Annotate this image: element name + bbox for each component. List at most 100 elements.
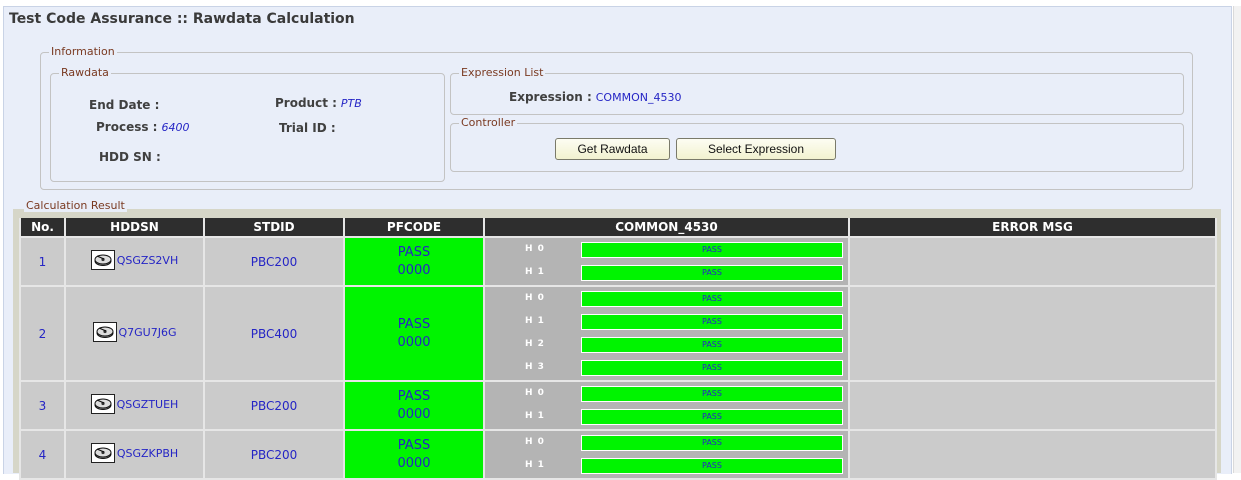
- head-label: H 2: [525, 339, 545, 349]
- trial-id-label: Trial ID :: [279, 121, 336, 135]
- pf-code: 0000: [397, 334, 431, 350]
- row-number: 3: [19, 380, 66, 431]
- column-header-no: No.: [19, 218, 66, 238]
- get-rawdata-button[interactable]: Get Rawdata: [555, 138, 670, 160]
- column-header-stdid: STDID: [203, 218, 345, 238]
- head-result-bar: PASS: [581, 265, 843, 281]
- information-legend: Information: [51, 45, 115, 58]
- error-msg-cell: [848, 429, 1217, 480]
- column-header-error-msg: ERROR MSG: [848, 218, 1217, 238]
- pf-status: PASS: [397, 437, 431, 453]
- end-date-label: End Date :: [89, 98, 160, 112]
- table-header-row: No. HDDSN STDID PFCODE COMMON_4530 ERROR…: [19, 218, 1217, 238]
- table-row: 3 QSGZTUEH PBC200 PASS 0000 H 0 PASS H 1 PA…: [19, 380, 1217, 431]
- hard-drive-icon[interactable]: [92, 322, 117, 342]
- hddsn-link[interactable]: Q7GU7J6G: [92, 322, 177, 342]
- hddsn-link[interactable]: QSGZKPBH: [90, 443, 178, 463]
- table-row: 1 QSGZS2VH PBC200 PASS 0000 H 0 PASS H 1 PA…: [19, 236, 1217, 287]
- controller-legend: Controller: [461, 116, 516, 129]
- hddsn-cell: QSGZKPBH: [64, 429, 205, 480]
- head-result-row: H 3 PASS: [485, 358, 848, 379]
- pf-code: 0000: [397, 262, 431, 278]
- product-field: Product : PTB: [275, 96, 362, 110]
- column-header-hddsn: HDDSN: [64, 218, 205, 238]
- vertical-scrollbar[interactable]: [1233, 6, 1241, 473]
- head-label: H 0: [525, 437, 545, 447]
- error-msg-cell: [848, 285, 1217, 382]
- pfcode-cell: PASS 0000: [343, 429, 485, 480]
- table-row: 2 Q7GU7J6G PBC400 PASS 0000 H 0 PASS H 1 PA…: [19, 285, 1217, 382]
- trial-id-field: Trial ID :: [279, 121, 340, 135]
- head-result-row: H 1 PASS: [485, 456, 848, 477]
- head-result-bar: PASS: [581, 314, 843, 330]
- hddsn-text[interactable]: QSGZTUEH: [117, 398, 179, 411]
- stdid-cell: PBC200: [203, 380, 345, 431]
- column-header-pfcode: PFCODE: [343, 218, 485, 238]
- hddsn-cell: Q7GU7J6G: [64, 285, 205, 382]
- expression-value[interactable]: COMMON_4530: [596, 91, 682, 104]
- hddsn-text[interactable]: Q7GU7J6G: [119, 326, 177, 339]
- head-result-row: H 0 PASS: [485, 384, 848, 405]
- head-result-row: H 1 PASS: [485, 263, 848, 284]
- hard-drive-icon[interactable]: [90, 250, 115, 270]
- head-label: H 1: [525, 316, 545, 326]
- expression-field: Expression : COMMON_4530: [509, 90, 681, 104]
- stdid-cell: PBC200: [203, 429, 345, 480]
- pfcode-cell: PASS 0000: [343, 380, 485, 431]
- head-result-bar: PASS: [581, 360, 843, 376]
- head-result-row: H 2 PASS: [485, 335, 848, 356]
- process-value: 6400: [161, 121, 190, 134]
- hddsn-text[interactable]: QSGZS2VH: [117, 254, 178, 267]
- head-result-bar: PASS: [581, 291, 843, 307]
- pf-code: 0000: [397, 455, 431, 471]
- select-expression-button[interactable]: Select Expression: [676, 138, 836, 160]
- head-result-row: H 0 PASS: [485, 289, 848, 310]
- expression-cell: H 0 PASS H 1 PASS H 2 PASS H 3 PASS: [483, 285, 850, 382]
- hddsn-link[interactable]: QSGZTUEH: [90, 394, 179, 414]
- head-result-row: H 0 PASS: [485, 433, 848, 454]
- calculation-result-legend: Calculation Result: [24, 199, 127, 212]
- row-number: 2: [19, 285, 66, 382]
- head-label: H 0: [525, 388, 545, 398]
- head-result-bar: PASS: [581, 409, 843, 425]
- head-result-bar: PASS: [581, 458, 843, 474]
- error-msg-cell: [848, 236, 1217, 287]
- rawdata-legend: Rawdata: [61, 66, 109, 79]
- hddsn-link[interactable]: QSGZS2VH: [90, 250, 178, 270]
- head-label: H 1: [525, 411, 545, 421]
- error-msg-cell: [848, 380, 1217, 431]
- hddsn-text[interactable]: QSGZKPBH: [117, 447, 178, 460]
- process-label: Process :: [96, 120, 158, 134]
- expression-cell: H 0 PASS H 1 PASS: [483, 236, 850, 287]
- hddsn-cell: QSGZS2VH: [64, 236, 205, 287]
- pfcode-cell: PASS 0000: [343, 236, 485, 287]
- head-result-row: H 1 PASS: [485, 407, 848, 428]
- expression-cell: H 0 PASS H 1 PASS: [483, 380, 850, 431]
- expression-cell: H 0 PASS H 1 PASS: [483, 429, 850, 480]
- head-label: H 3: [525, 362, 545, 372]
- head-label: H 1: [525, 267, 545, 277]
- results-table: No. HDDSN STDID PFCODE COMMON_4530 ERROR…: [19, 218, 1217, 480]
- head-result-row: H 1 PASS: [485, 312, 848, 333]
- process-field: Process :6400: [96, 120, 189, 134]
- table-row: 4 QSGZKPBH PBC200 PASS 0000 H 0 PASS H 1 PA…: [19, 429, 1217, 480]
- head-result-row: H 0 PASS: [485, 240, 848, 261]
- hddsn-cell: QSGZTUEH: [64, 380, 205, 431]
- product-value: PTB: [340, 97, 362, 110]
- expression-label: Expression :: [509, 90, 592, 104]
- head-label: H 0: [525, 244, 545, 254]
- product-label: Product :: [275, 96, 337, 110]
- pf-status: PASS: [397, 316, 431, 332]
- head-label: H 1: [525, 460, 545, 470]
- stdid-cell: PBC400: [203, 285, 345, 382]
- stdid-cell: PBC200: [203, 236, 345, 287]
- pf-status: PASS: [397, 388, 431, 404]
- end-date-field: End Date :: [89, 98, 163, 112]
- hdd-sn-label: HDD SN :: [99, 150, 161, 164]
- head-result-bar: PASS: [581, 337, 843, 353]
- expression-list-legend: Expression List: [461, 66, 544, 79]
- hard-drive-icon[interactable]: [90, 394, 115, 414]
- pf-code: 0000: [397, 406, 431, 422]
- row-number: 4: [19, 429, 66, 480]
- hard-drive-icon[interactable]: [90, 443, 115, 463]
